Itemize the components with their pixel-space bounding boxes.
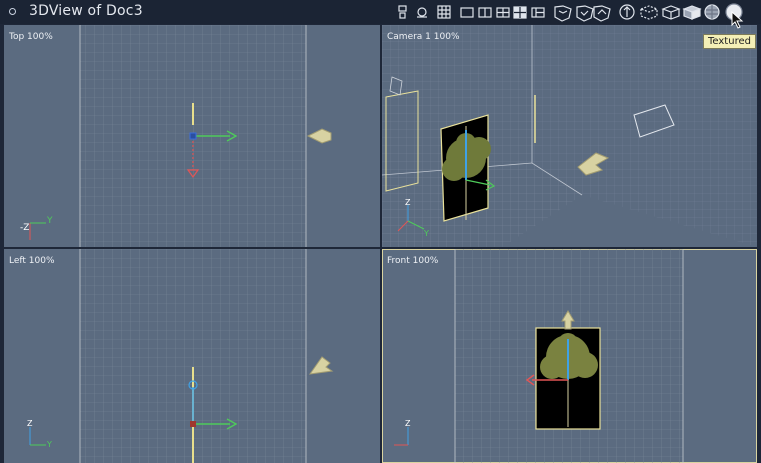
view-cube-c-icon[interactable] (593, 5, 611, 22)
toolbar (398, 3, 743, 22)
navigate-icon[interactable] (619, 4, 635, 20)
camera-scene: Z Y (382, 25, 757, 247)
axis-indicator: Z Y (27, 419, 52, 449)
wire-box-icon[interactable] (661, 5, 681, 20)
front-scene: Z (394, 249, 684, 463)
viewport-camera[interactable]: Camera 1 100% Z Y (382, 25, 757, 247)
sphere-shaded-icon[interactable] (704, 4, 720, 20)
axis-indicator: Z (394, 419, 411, 446)
window-title: 3DView of Doc3 (29, 3, 143, 19)
axis-label-z: Z (405, 198, 411, 207)
layout-three-icon[interactable] (496, 7, 510, 18)
box-icon[interactable] (639, 5, 659, 20)
walk-icon[interactable] (417, 7, 427, 18)
viewport-label: Left 100% (9, 256, 55, 266)
view-cube-b-icon[interactable] (576, 5, 594, 22)
layout-single-icon[interactable] (460, 7, 474, 18)
top-scene: -Z Y (20, 25, 332, 247)
viewport-label: Camera 1 100% (387, 32, 460, 42)
tooltip: Textured (703, 34, 756, 49)
light-arrow[interactable] (306, 128, 332, 144)
camera-icon[interactable] (398, 5, 407, 19)
axis-label-z: Z (27, 419, 33, 428)
window-menu-icon[interactable] (9, 8, 16, 15)
axis-label-z: Z (405, 419, 411, 428)
viewport-top[interactable]: Top 100% -Z Y (4, 25, 380, 247)
viewport-front[interactable]: Front 100% Z (382, 249, 757, 463)
viewport-left[interactable]: Left 100% Z Y (4, 249, 380, 463)
viewport-label: Front 100% (387, 256, 439, 266)
layout-alt-icon[interactable] (531, 7, 545, 18)
viewport-label: Top 100% (9, 32, 53, 42)
left-scene: Z Y (27, 249, 334, 463)
view-cube-a-icon[interactable] (554, 5, 572, 22)
axis-label-x: Y (46, 216, 53, 226)
grid-icon[interactable] (437, 5, 451, 19)
axis-label-y: -Z (20, 223, 29, 233)
shaded-box-icon[interactable] (682, 5, 702, 20)
title-bar: 3DView of Doc3 (0, 0, 761, 24)
layout-two-icon[interactable] (478, 7, 492, 18)
layout-four-icon[interactable] (513, 6, 527, 19)
light-arrow[interactable] (308, 356, 334, 375)
axis-indicator: -Z Y (20, 216, 53, 240)
mouse-cursor-icon (731, 11, 744, 29)
axis-label-x: Y (423, 229, 429, 238)
axis-label-y: Y (46, 440, 52, 449)
